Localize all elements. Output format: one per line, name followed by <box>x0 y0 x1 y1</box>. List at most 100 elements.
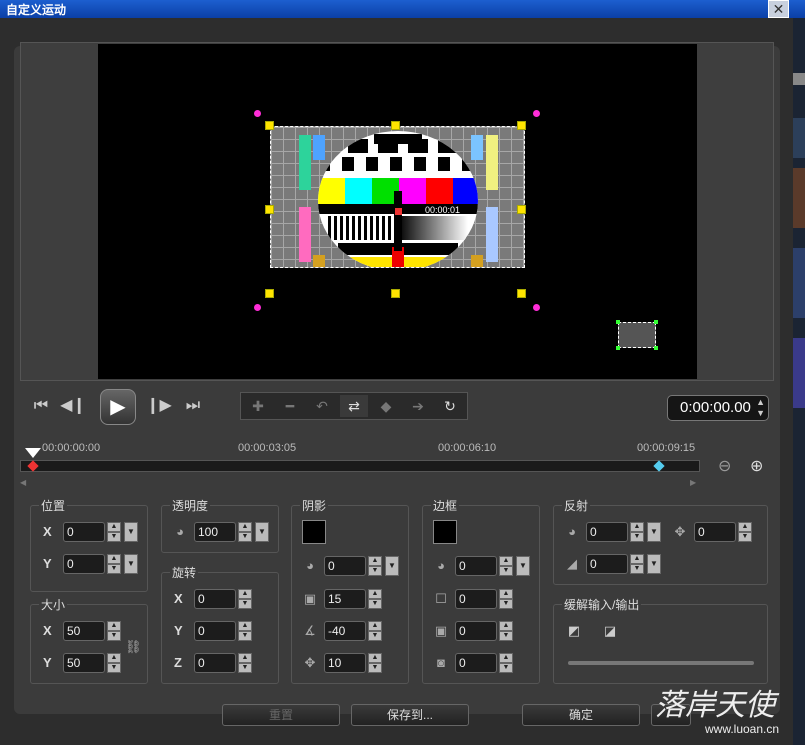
move-right-icon[interactable]: ➔ <box>404 395 432 417</box>
shadow-opacity-dropdown[interactable]: ▼ <box>385 556 399 576</box>
rotate-handle-tl[interactable] <box>254 110 261 117</box>
next-frame-button[interactable]: ❙▶ <box>146 393 172 419</box>
go-to-start-button[interactable]: ⏮ <box>28 393 54 419</box>
zoom-in-icon[interactable]: ⊕ <box>750 456 770 476</box>
border-opacity-icon: ◕ <box>437 558 445 573</box>
keyframe-marker-start[interactable] <box>27 460 39 472</box>
border-soft-icon: ◙ <box>437 655 445 670</box>
position-x-spinner[interactable]: ▲ ▼ <box>107 522 121 542</box>
rotate-handle-bl[interactable] <box>254 304 261 311</box>
rotation-x-spinner[interactable]: ▲ ▼ <box>238 589 252 609</box>
timecode-field[interactable]: 0:00:00.00 ▲ ▼ <box>667 395 769 421</box>
rotate-icon[interactable]: ↻ <box>436 395 464 417</box>
border-width-spinner[interactable]: ▲ ▼ <box>499 589 513 609</box>
border-opacity-dropdown[interactable]: ▼ <box>516 556 530 576</box>
ruler-label: 00:00:09:15 <box>637 442 696 454</box>
rotation-y-input[interactable]: 0 <box>194 621 236 641</box>
reflection-distance-input[interactable]: 0 <box>694 522 736 542</box>
add-keyframe-icon[interactable]: ✚ <box>244 395 272 417</box>
reflection-opacity-spinner[interactable]: ▲ ▼ <box>630 522 644 542</box>
size-x-input[interactable]: 50 <box>63 621 105 641</box>
reflection-opacity-input[interactable]: 0 <box>586 522 628 542</box>
reflection-title: 反射 <box>562 497 591 514</box>
size-y-input[interactable]: 50 <box>63 653 105 673</box>
opacity-input[interactable]: 100 <box>194 522 236 542</box>
swap-icon[interactable]: ⇄ <box>340 395 368 417</box>
position-y-dropdown[interactable]: ▼ <box>124 554 138 574</box>
timeline-ruler[interactable]: 00:00:00:00 00:00:03:05 00:00:06:10 00:0… <box>20 440 710 488</box>
position-x-input[interactable]: 0 <box>63 522 105 542</box>
position-y-input[interactable]: 0 <box>63 554 105 574</box>
mini-navigator[interactable] <box>616 320 658 350</box>
resize-handle-l[interactable] <box>265 205 274 214</box>
remove-keyframe-icon[interactable]: ━ <box>276 395 304 417</box>
position-x-dropdown[interactable]: ▼ <box>124 522 138 542</box>
border-blur-spinner[interactable]: ▲ ▼ <box>499 621 513 641</box>
test-card-clip[interactable] <box>270 126 525 268</box>
opacity-spinner[interactable]: ▲ ▼ <box>238 522 252 542</box>
resize-handle-r[interactable] <box>517 205 526 214</box>
rotation-x-input[interactable]: 0 <box>194 589 236 609</box>
reflection-panel: 反射 ◕ 0 ▲ ▼ ▼ ✥ 0 ▲ ▼ ◢ 0 ▲ ▼ ▼ <box>553 497 768 585</box>
timeline-track[interactable] <box>20 460 700 472</box>
save-to-button[interactable]: 保存到... <box>351 704 469 726</box>
keyframe-marker-end[interactable] <box>653 460 665 472</box>
shadow-opacity-input[interactable]: 0 <box>324 556 366 576</box>
resize-handle-tr[interactable] <box>517 121 526 130</box>
rotate-handle-tr[interactable] <box>533 110 540 117</box>
ease-slider[interactable] <box>568 661 754 665</box>
resize-handle-br[interactable] <box>517 289 526 298</box>
shadow-distance-input[interactable]: 10 <box>324 653 366 673</box>
resize-handle-tl[interactable] <box>265 121 274 130</box>
play-button[interactable]: ▶ <box>100 389 136 425</box>
shadow-blur-input[interactable]: 15 <box>324 589 366 609</box>
ease-in-icon[interactable]: ◩ <box>566 623 582 639</box>
resize-handle-t[interactable] <box>391 121 400 130</box>
reset-button[interactable]: 重置 <box>222 704 340 726</box>
border-soft-input[interactable]: 0 <box>455 653 497 673</box>
border-width-input[interactable]: 0 <box>455 589 497 609</box>
reflection-gradient-dropdown[interactable]: ▼ <box>647 554 661 574</box>
shadow-distance-spinner[interactable]: ▲ ▼ <box>368 653 382 673</box>
ok-button[interactable]: 确定 <box>522 704 640 726</box>
ruler-label: 00:00:00:00 <box>42 442 101 454</box>
border-blur-input[interactable]: 0 <box>455 621 497 641</box>
rotation-y-spinner[interactable]: ▲ ▼ <box>238 621 252 641</box>
border-opacity-input[interactable]: 0 <box>455 556 497 576</box>
resize-handle-bl[interactable] <box>265 289 274 298</box>
shadow-angle-spinner[interactable]: ▲ ▼ <box>368 621 382 641</box>
scroll-left-icon[interactable]: ◀ <box>20 478 26 487</box>
rotation-z-spinner[interactable]: ▲ ▼ <box>238 653 252 673</box>
playhead-icon[interactable] <box>25 448 41 458</box>
close-button[interactable]: ✕ <box>768 0 789 18</box>
move-left-icon[interactable]: ◆ <box>372 395 400 417</box>
size-y-spinner[interactable]: ▲ ▼ <box>107 653 121 673</box>
scroll-right-icon[interactable]: ▶ <box>690 478 696 487</box>
transport-bar: ⏮ ◀❙ ▶ ❙▶ ⏭ ✚ ━ ↶ ⇄ ◆ ➔ ↻ 0:00:00.00 ▲ ▼ <box>20 385 774 430</box>
rotation-z-input[interactable]: 0 <box>194 653 236 673</box>
link-icon[interactable]: ⛓ <box>125 639 142 655</box>
go-to-end-button[interactable]: ⏭ <box>180 393 206 419</box>
size-title: 大小 <box>39 596 68 613</box>
shadow-color-swatch[interactable] <box>302 520 326 544</box>
shadow-angle-input[interactable]: -40 <box>324 621 366 641</box>
border-color-swatch[interactable] <box>433 520 457 544</box>
reflection-distance-spinner[interactable]: ▲ ▼ <box>738 522 752 542</box>
reverse-icon[interactable]: ↶ <box>308 395 336 417</box>
reflection-gradient-input[interactable]: 0 <box>586 554 628 574</box>
reflection-gradient-spinner[interactable]: ▲ ▼ <box>630 554 644 574</box>
border-opacity-spinner[interactable]: ▲ ▼ <box>499 556 513 576</box>
zoom-out-icon[interactable]: ⊖ <box>718 456 738 476</box>
ruler-label: 00:00:03:05 <box>238 442 297 454</box>
rotate-handle-br[interactable] <box>533 304 540 311</box>
reflection-opacity-dropdown[interactable]: ▼ <box>647 522 661 542</box>
previous-frame-button[interactable]: ◀❙ <box>60 393 86 419</box>
position-y-spinner[interactable]: ▲ ▼ <box>107 554 121 574</box>
opacity-dropdown[interactable]: ▼ <box>255 522 269 542</box>
border-soft-spinner[interactable]: ▲ ▼ <box>499 653 513 673</box>
ease-out-icon[interactable]: ◪ <box>602 623 618 639</box>
shadow-blur-spinner[interactable]: ▲ ▼ <box>368 589 382 609</box>
shadow-opacity-spinner[interactable]: ▲ ▼ <box>368 556 382 576</box>
resize-handle-b[interactable] <box>391 289 400 298</box>
size-x-spinner[interactable]: ▲ ▼ <box>107 621 121 641</box>
